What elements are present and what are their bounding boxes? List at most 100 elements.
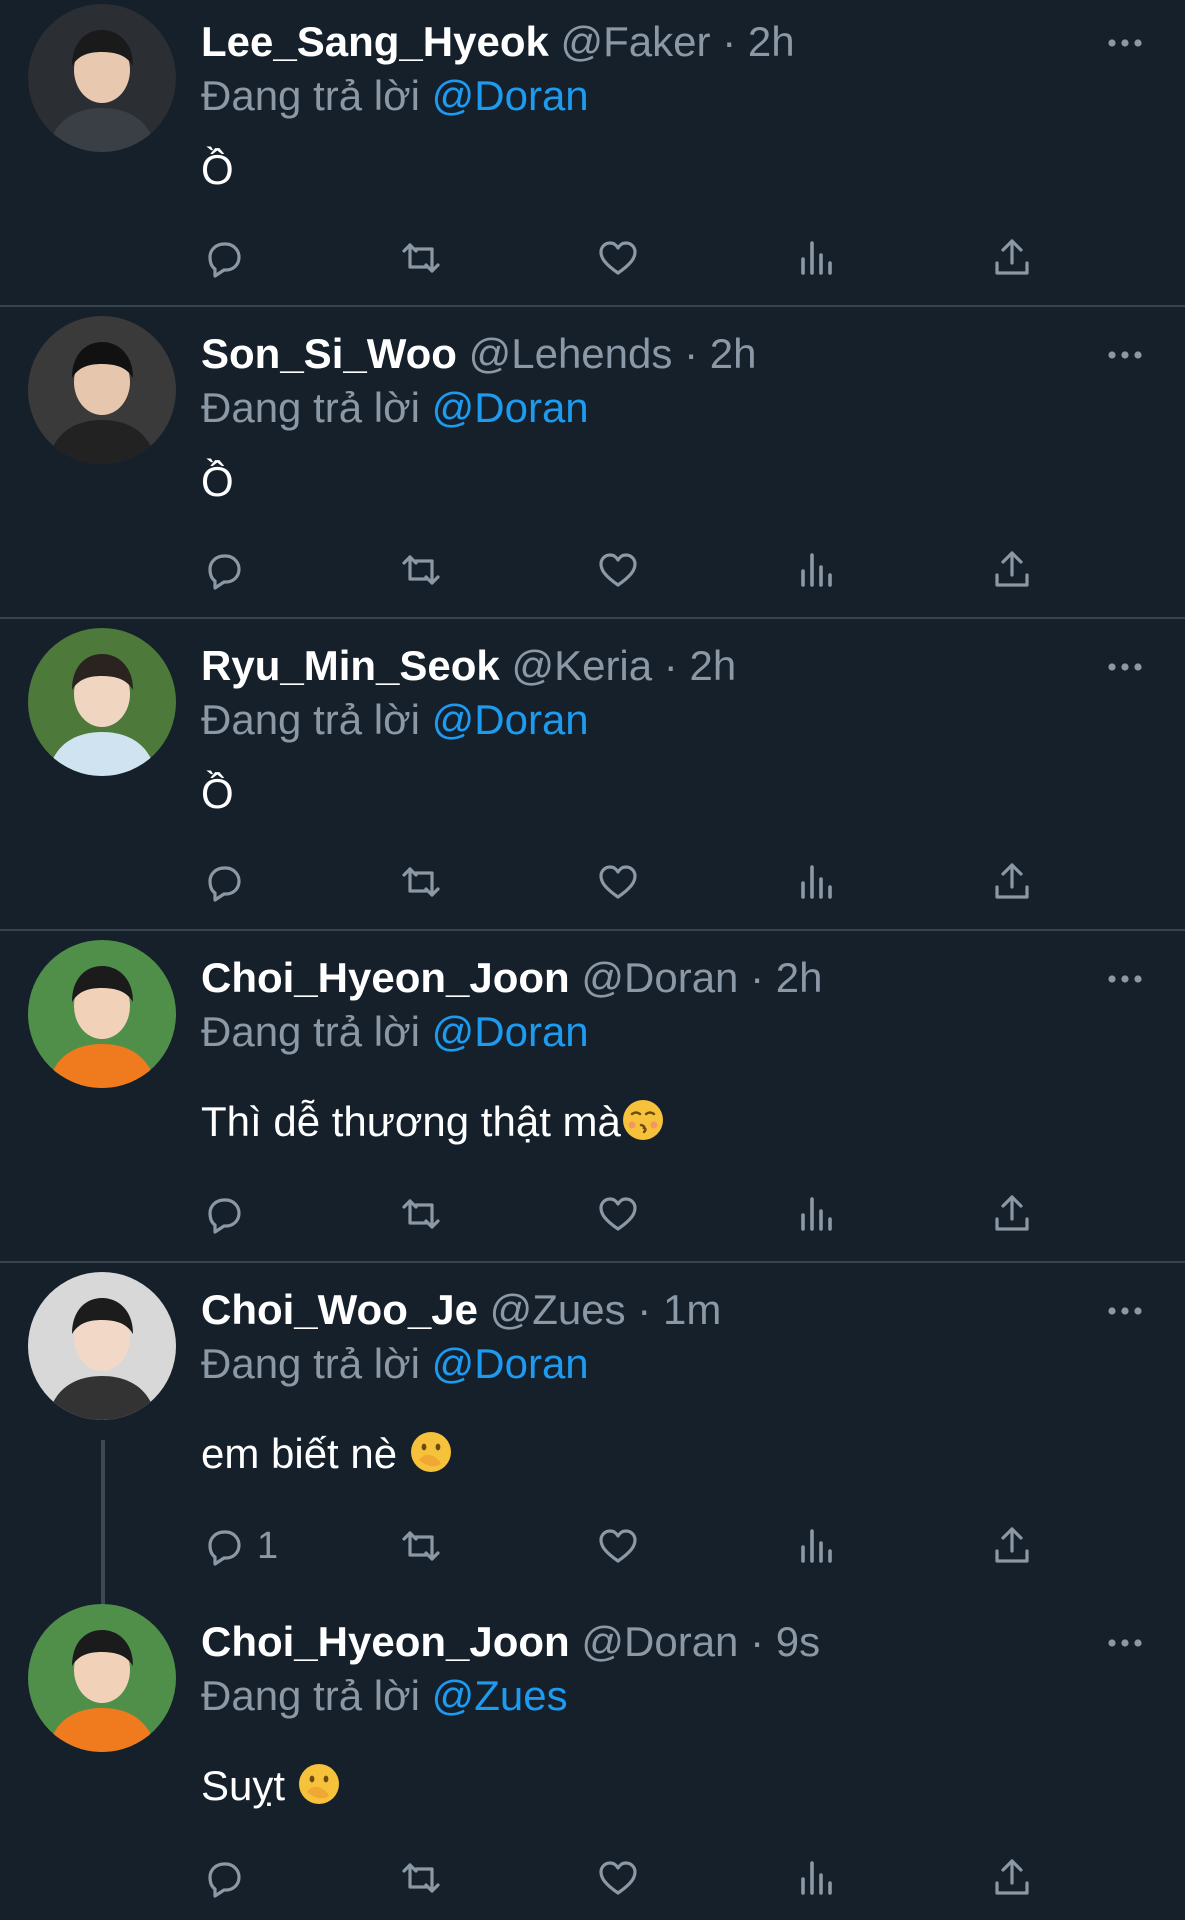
more-icon[interactable]: [1105, 647, 1145, 687]
reply-button[interactable]: [201, 1189, 257, 1239]
tweet-text-value: Ồ: [201, 770, 234, 817]
more-icon[interactable]: [1105, 335, 1145, 375]
user-handle[interactable]: @Faker: [561, 18, 711, 65]
timestamp[interactable]: 2h: [710, 330, 757, 377]
share-icon: [995, 863, 1029, 899]
tweet-header: Lee_Sang_Hyeok @Faker · 2h: [201, 15, 795, 69]
avatar[interactable]: [28, 4, 176, 152]
retweet-button[interactable]: [398, 233, 444, 283]
share-button[interactable]: [989, 1853, 1035, 1903]
replying-to: Đang trả lời @Doran: [201, 1337, 589, 1391]
analytics-icon: [801, 1197, 832, 1231]
tweet-text: em biết nè: [201, 1426, 453, 1482]
like-button[interactable]: [595, 1521, 641, 1571]
retweet-button[interactable]: [398, 1189, 444, 1239]
display-name[interactable]: Choi_Hyeon_Joon: [201, 954, 570, 1001]
avatar[interactable]: [28, 628, 176, 776]
tweet-actions: [201, 857, 1061, 907]
avatar[interactable]: [28, 940, 176, 1088]
avatar[interactable]: [28, 316, 176, 464]
separator-dot: ·: [750, 1618, 765, 1665]
display-name[interactable]: Lee_Sang_Hyeok: [201, 18, 549, 65]
kissing-face-emoji: [622, 1100, 663, 1140]
retweet-button[interactable]: [398, 1853, 444, 1903]
share-button[interactable]: [989, 233, 1035, 283]
analytics-button[interactable]: [793, 1189, 839, 1239]
retweet-icon: [402, 1531, 440, 1561]
analytics-icon: [801, 1861, 832, 1895]
more-icon[interactable]: [1105, 23, 1145, 63]
tweet-header: Choi_Hyeon_Joon @Doran · 2h: [201, 951, 822, 1005]
face-with-hand-over-mouth-emoji: [298, 1764, 339, 1804]
tweet-text-value: Suỵt: [201, 1762, 297, 1809]
reply-button[interactable]: [201, 1853, 257, 1903]
avatar[interactable]: [28, 1604, 176, 1752]
retweet-button[interactable]: [398, 1521, 444, 1571]
user-handle[interactable]: @Doran: [581, 954, 738, 1001]
analytics-icon: [801, 241, 832, 275]
replying-to: Đang trả lời @Doran: [201, 69, 589, 123]
mention-link[interactable]: @Doran: [432, 1340, 589, 1387]
like-button[interactable]: [595, 545, 641, 595]
like-button[interactable]: [595, 857, 641, 907]
user-handle[interactable]: @Zues: [490, 1286, 626, 1333]
reply-button[interactable]: [201, 545, 257, 595]
retweet-button[interactable]: [398, 545, 444, 595]
analytics-icon: [801, 865, 832, 899]
analytics-button[interactable]: [793, 233, 839, 283]
timestamp[interactable]: 2h: [748, 18, 795, 65]
reply-button[interactable]: 1: [201, 1521, 278, 1571]
tweet-actions: [201, 545, 1061, 595]
display-name[interactable]: Choi_Hyeon_Joon: [201, 1618, 570, 1665]
timestamp[interactable]: 2h: [689, 642, 736, 689]
share-button[interactable]: [989, 1521, 1035, 1571]
avatar[interactable]: [28, 1272, 176, 1420]
display-name[interactable]: Choi_Woo_Je: [201, 1286, 478, 1333]
display-name[interactable]: Ryu_Min_Seok: [201, 642, 500, 689]
tweet-actions: [201, 233, 1061, 283]
reply-button[interactable]: [201, 233, 257, 283]
replying-to-label: Đang trả lời: [201, 1008, 420, 1055]
like-icon: [599, 553, 637, 587]
like-button[interactable]: [595, 233, 641, 283]
reply-icon: [208, 242, 241, 278]
mention-link[interactable]: @Doran: [432, 696, 589, 743]
like-button[interactable]: [595, 1853, 641, 1903]
timestamp[interactable]: 2h: [776, 954, 823, 1001]
analytics-icon: [801, 553, 832, 587]
timestamp[interactable]: 9s: [776, 1618, 820, 1665]
user-handle[interactable]: @Keria: [511, 642, 652, 689]
share-button[interactable]: [989, 1189, 1035, 1239]
reply-button[interactable]: [201, 857, 257, 907]
analytics-button[interactable]: [793, 1521, 839, 1571]
analytics-button[interactable]: [793, 545, 839, 595]
mention-link[interactable]: @Zues: [432, 1672, 568, 1719]
analytics-button[interactable]: [793, 1853, 839, 1903]
more-icon[interactable]: [1105, 959, 1145, 999]
reply-icon: [208, 1862, 241, 1898]
replying-to: Đang trả lời @Doran: [201, 693, 589, 747]
tweet-actions: [201, 1189, 1061, 1239]
tweet-text-value: Thì dễ thương thật mà: [201, 1098, 621, 1145]
share-button[interactable]: [989, 545, 1035, 595]
user-handle[interactable]: @Doran: [581, 1618, 738, 1665]
mention-link[interactable]: @Doran: [432, 72, 589, 119]
more-icon[interactable]: [1105, 1291, 1145, 1331]
tweet-text: Suỵt: [201, 1758, 341, 1814]
separator-dot: ·: [722, 18, 737, 65]
tweet-text-value: Ồ: [201, 146, 234, 193]
mention-link[interactable]: @Doran: [432, 384, 589, 431]
more-icon[interactable]: [1105, 1623, 1145, 1663]
user-handle[interactable]: @Lehends: [469, 330, 673, 377]
retweet-icon: [402, 867, 440, 897]
display-name[interactable]: Son_Si_Woo: [201, 330, 457, 377]
analytics-button[interactable]: [793, 857, 839, 907]
like-button[interactable]: [595, 1189, 641, 1239]
mention-link[interactable]: @Doran: [432, 1008, 589, 1055]
share-button[interactable]: [989, 857, 1035, 907]
replying-to-label: Đang trả lời: [201, 384, 420, 431]
analytics-icon: [801, 1529, 832, 1563]
retweet-button[interactable]: [398, 857, 444, 907]
reply-icon: [208, 1530, 241, 1566]
timestamp[interactable]: 1m: [663, 1286, 721, 1333]
